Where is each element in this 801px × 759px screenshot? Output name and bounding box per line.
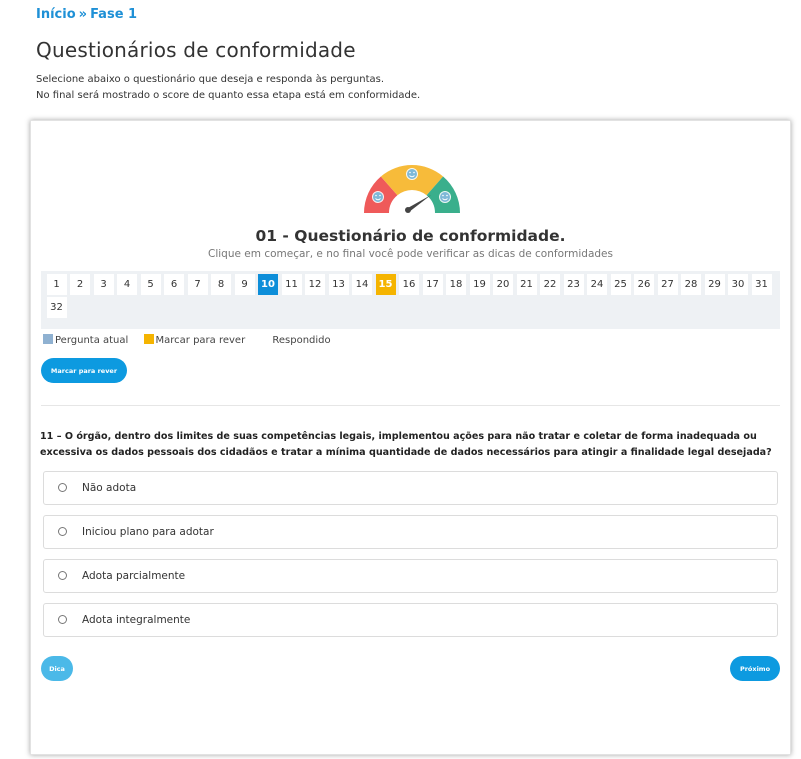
question-number-12[interactable]: 12 [305,274,325,295]
question-number-28[interactable]: 28 [681,274,701,295]
quiz-title: 01 - Questionário de conformidade. [255,227,566,245]
question-number-32[interactable]: 32 [46,297,67,318]
question-number-6[interactable]: 6 [164,274,184,295]
question-text: 11 – O órgão, dentro dos limites de suas… [40,431,772,458]
question-number-19[interactable]: 19 [469,274,490,295]
option-adota-parcialmente[interactable]: Adota parcialmente [43,559,778,593]
question-number-9[interactable]: 9 [234,274,255,295]
option-adota-integralmente[interactable]: Adota integralmente [43,603,778,637]
radio-icon[interactable] [58,483,67,492]
radio-icon[interactable] [58,527,67,536]
breadcrumb: Início» Fase 1 [36,7,137,22]
question-number-30[interactable]: 30 [728,274,748,295]
question-number-7[interactable]: 7 [187,274,208,295]
question-number-8[interactable]: 8 [211,274,231,295]
question-number-27[interactable]: 27 [657,274,678,295]
option-label: Iniciou plano para adotar [82,526,214,538]
divider [41,405,780,406]
question-number-15[interactable]: 15 [375,274,396,295]
question-number-10[interactable]: 10 [258,274,278,295]
questionnaire-card: 01 - Questionário de conformidade. Cliqu… [30,120,791,755]
question-number-25[interactable]: 25 [610,274,631,295]
legend-review: Marcar para rever [143,334,246,346]
question-number-18[interactable]: 18 [446,274,466,295]
breadcrumb-current-link[interactable]: Fase 1 [90,7,137,22]
legend: Pergunta atual Marcar para rever Respond… [43,334,343,346]
option-iniciou-plano[interactable]: Iniciou plano para adotar [43,515,778,549]
question-number-4[interactable]: 4 [117,274,137,295]
question-number-14[interactable]: 14 [352,274,372,295]
option-label: Não adota [82,482,137,494]
radio-icon[interactable] [58,571,67,580]
question-number-5[interactable]: 5 [140,274,161,295]
question-number-24[interactable]: 24 [587,274,607,295]
question-number-23[interactable]: 23 [563,274,584,295]
question-navigator: 1 2 3 4 5 6 7 8 9 10 11 12 13 14 15 16 17 18 19 20 21 22 23 24 2… [41,271,780,329]
question-number-1[interactable]: 1 [46,274,67,295]
question-number-26[interactable]: 26 [634,274,654,295]
question-number-22[interactable]: 22 [540,274,560,295]
question-number-21[interactable]: 21 [516,274,537,295]
page-intro: Selecione abaixo o questionário que dese… [36,72,420,104]
question-number-3[interactable]: 3 [93,274,114,295]
page-title: Questionários de conformidade [36,38,356,62]
question-number-29[interactable]: 29 [704,274,725,295]
breadcrumb-home-link[interactable]: Início [36,7,76,22]
legend-answered: Respondido [260,334,330,346]
question-number-16[interactable]: 16 [399,274,419,295]
next-button[interactable]: Próximo [730,656,780,681]
quiz-subtitle: Clique em começar, e no final você pode … [208,248,613,260]
legend-current-label: Pergunta atual [55,335,129,346]
question-number-13[interactable]: 13 [328,274,349,295]
tip-button[interactable]: Dica [41,656,73,681]
intro-line-1: Selecione abaixo o questionário que dese… [36,74,385,85]
breadcrumb-separator: » [78,7,88,22]
question-number-20[interactable]: 20 [493,274,513,295]
legend-answered-label: Respondido [272,335,331,346]
legend-review-label: Marcar para rever [155,335,246,346]
question-number-31[interactable]: 31 [751,274,772,295]
option-nao-adota[interactable]: Não adota [43,471,778,505]
answered-swatch-icon [260,334,270,344]
legend-current: Pergunta atual [43,334,128,346]
question-number-11[interactable]: 11 [281,274,302,295]
option-label: Adota integralmente [82,614,191,626]
review-swatch-icon [143,334,154,344]
radio-icon[interactable] [58,615,67,624]
option-label: Adota parcialmente [82,570,186,582]
current-swatch-icon [43,334,53,344]
question-number-2[interactable]: 2 [70,274,90,295]
question-number-17[interactable]: 17 [422,274,443,295]
intro-line-2: No final será mostrado o score de quanto… [36,90,421,101]
compliance-gauge-icon [364,165,460,213]
mark-for-review-button[interactable]: Marcar para rever [41,358,127,383]
